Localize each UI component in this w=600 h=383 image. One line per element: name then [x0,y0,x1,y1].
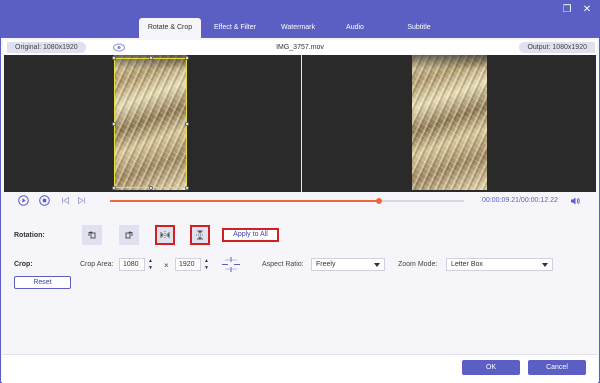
chevron-down-icon[interactable]: ▼ [148,265,153,271]
center-crop-icon[interactable] [221,256,241,273]
cancel-button[interactable]: Cancel [528,360,586,375]
aspect-ratio-select[interactable]: Freely [311,258,385,271]
chevron-down-icon[interactable]: ▼ [204,265,209,271]
chevron-up-icon[interactable]: ▲ [204,258,209,264]
chevron-down-icon [542,263,548,267]
crop-width-stepper[interactable]: ▲ ▼ [147,258,154,271]
flip-horizontal-icon [160,231,170,239]
volume-icon[interactable] [570,195,581,206]
tab-effect-filter[interactable]: Effect & Filter [201,18,269,38]
video-preview [4,55,596,192]
times-sign: × [164,261,169,270]
crop-handle[interactable] [185,186,189,190]
rotate-right-icon [125,231,133,239]
dialog-footer: OK Cancel [2,354,598,383]
rotate-left-button[interactable] [82,225,102,245]
settings-panel: Rotation: Apply to All Crop: Crop Area: … [4,211,596,356]
aspect-ratio-label: Aspect Ratio: [262,261,304,268]
rotate-left-icon [88,231,96,239]
flip-vertical-icon [196,230,204,240]
next-frame-icon[interactable] [76,195,87,206]
crop-handle[interactable] [149,56,153,60]
crop-handle[interactable] [112,122,116,126]
crop-handle[interactable] [149,186,153,190]
zoom-mode-value: Letter Box [451,261,483,268]
rotation-label: Rotation: [14,232,45,239]
crop-handle[interactable] [112,56,116,60]
flip-horizontal-button[interactable] [155,225,175,245]
preview-divider [301,55,302,192]
ok-button[interactable]: OK [462,360,520,375]
crop-height-input[interactable]: 1920 [175,258,201,271]
crop-label: Crop: [14,261,33,268]
output-video-frame [412,55,487,190]
zoom-mode-select[interactable]: Letter Box [446,258,553,271]
rotate-crop-dialog: ❐ ✕ Rotate & Crop Effect & Filter Waterm… [0,0,600,383]
chevron-up-icon[interactable]: ▲ [148,258,153,264]
aspect-ratio-value: Freely [316,261,336,268]
flip-vertical-button[interactable] [190,225,210,245]
timeline-track[interactable] [110,198,464,204]
timeline-progress [110,200,380,202]
tab-rotate-crop[interactable]: Rotate & Crop [139,18,201,38]
tab-subtitle[interactable]: Subtitle [383,18,455,38]
crop-box[interactable] [112,56,189,190]
playback-bar: 00:00:09.21/00:00:12.22 [4,192,596,209]
crop-handle[interactable] [185,56,189,60]
output-resolution: Output: 1080x1920 [519,42,595,53]
timeline-thumb[interactable] [376,198,383,204]
zoom-mode-label: Zoom Mode: [398,261,438,268]
info-bar: Original: 1080x1920 IMG_3757.mov Output:… [3,40,597,55]
title-bar: ❐ ✕ Rotate & Crop Effect & Filter Waterm… [1,1,599,38]
crop-width-input[interactable]: 1080 [119,258,145,271]
crop-area-label: Crop Area: [80,261,114,268]
file-name: IMG_3757.mov [276,44,324,51]
previous-frame-icon[interactable] [60,195,71,206]
crop-height-stepper[interactable]: ▲ ▼ [203,258,210,271]
time-display: 00:00:09.21/00:00:12.22 [482,197,558,204]
tab-watermark[interactable]: Watermark [269,18,327,38]
rotate-right-button[interactable] [119,225,139,245]
play-icon[interactable] [18,195,29,206]
restore-window-icon[interactable]: ❐ [561,4,573,16]
stop-icon[interactable] [39,195,50,206]
crop-handle[interactable] [112,186,116,190]
tab-audio[interactable]: Audio [327,18,383,38]
crop-handle[interactable] [185,122,189,126]
close-window-icon[interactable]: ✕ [581,4,593,16]
tab-bar: Rotate & Crop Effect & Filter Watermark … [139,18,455,38]
chevron-down-icon [374,263,380,267]
reset-button[interactable]: Reset [14,276,71,289]
apply-to-all-button[interactable]: Apply to All [222,228,279,242]
